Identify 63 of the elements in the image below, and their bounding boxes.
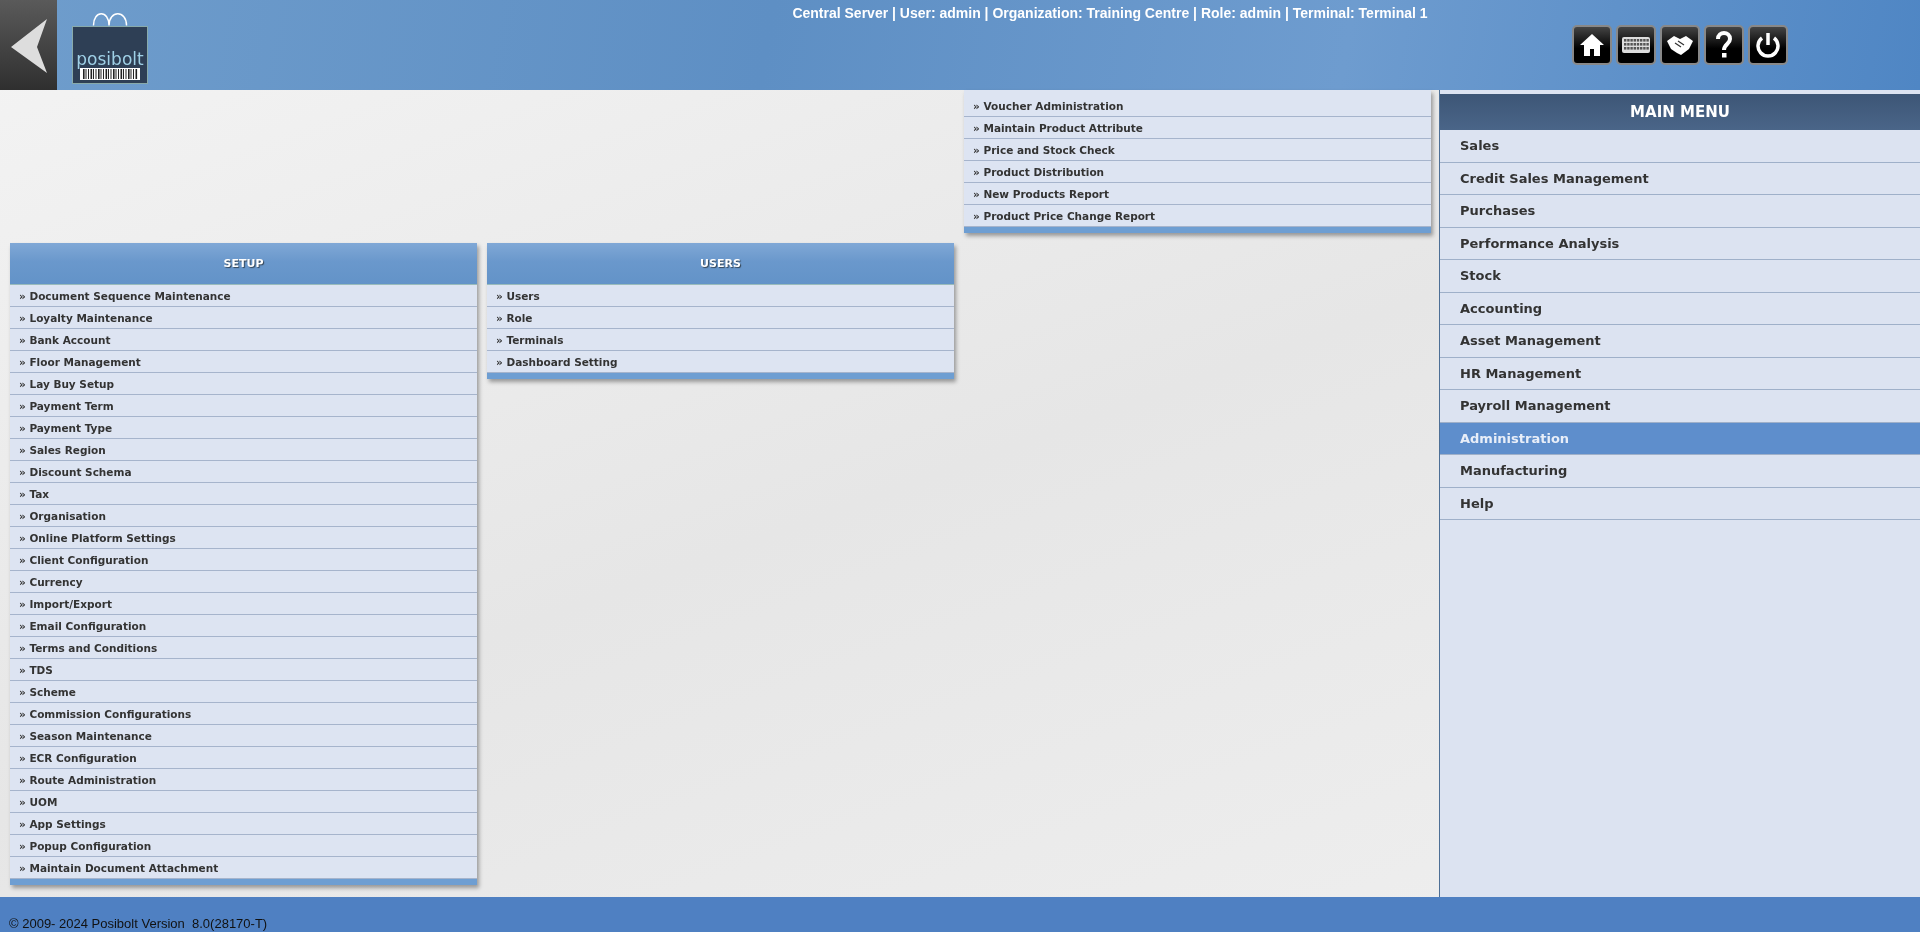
menu-link[interactable]: » Online Platform Settings — [10, 527, 477, 549]
menu-link[interactable]: » Commission Configurations — [10, 703, 477, 725]
main-menu-item[interactable]: Stock — [1440, 260, 1920, 293]
menu-link[interactable]: » Season Maintenance — [10, 725, 477, 747]
menu-link[interactable]: » Organisation — [10, 505, 477, 527]
barcode-icon — [80, 68, 140, 80]
menu-link[interactable]: » UOM — [10, 791, 477, 813]
main-menu-item[interactable]: Sales — [1440, 130, 1920, 163]
panel-header: USERS — [487, 243, 954, 285]
main-menu-item[interactable]: Credit Sales Management — [1440, 162, 1920, 195]
menu-link[interactable]: » Payment Term — [10, 395, 477, 417]
session-info: Central Server | User: admin | Organization: Training Centre | Role: admin | Terminal: Terminal 1 — [792, 5, 1428, 21]
menu-link[interactable]: » Users — [487, 285, 954, 307]
main-menu-item[interactable]: Asset Management — [1440, 325, 1920, 358]
main-menu-item[interactable]: Performance Analysis — [1440, 227, 1920, 260]
keyboard-button[interactable] — [1616, 25, 1656, 65]
handshake-icon — [1665, 33, 1695, 57]
copyright-text: © 2009- 2024 Posibolt Version 8.0(28170-T) — [8, 916, 268, 932]
menu-link[interactable]: » Price and Stock Check — [964, 139, 1431, 161]
menu-link[interactable]: » App Settings — [10, 813, 477, 835]
home-icon — [1578, 32, 1606, 58]
main-menu-item[interactable]: Help — [1440, 487, 1920, 520]
menu-link[interactable]: » Client Configuration — [10, 549, 477, 571]
menu-link[interactable]: » Maintain Product Attribute — [964, 117, 1431, 139]
main-menu-title: MAIN MENU — [1440, 94, 1920, 130]
home-button[interactable] — [1572, 25, 1612, 65]
keyboard-icon — [1621, 35, 1651, 55]
menu-link[interactable]: » New Products Report — [964, 183, 1431, 205]
menu-link[interactable]: » Payment Type — [10, 417, 477, 439]
menu-link[interactable]: » Document Sequence Maintenance — [10, 285, 477, 307]
main-menu-item[interactable]: Manufacturing — [1440, 455, 1920, 488]
help-button[interactable] — [1704, 25, 1744, 65]
menu-link[interactable]: » Floor Management — [10, 351, 477, 373]
power-icon — [1754, 31, 1782, 59]
back-button[interactable] — [0, 0, 57, 90]
help-icon — [1714, 30, 1734, 60]
menu-link[interactable]: » Email Configuration — [10, 615, 477, 637]
menu-link[interactable]: » Terminals — [487, 329, 954, 351]
main-menu-item[interactable]: Payroll Management — [1440, 390, 1920, 423]
menu-link[interactable]: » Loyalty Maintenance — [10, 307, 477, 329]
menu-link[interactable]: » Bank Account — [10, 329, 477, 351]
menu-link[interactable]: » Popup Configuration — [10, 835, 477, 857]
menu-link[interactable]: » Route Administration — [10, 769, 477, 791]
menu-link[interactable]: » Voucher Administration — [964, 95, 1431, 117]
menu-link[interactable]: » ECR Configuration — [10, 747, 477, 769]
main-menu-item[interactable]: Accounting — [1440, 292, 1920, 325]
menu-link[interactable]: » Import/Export — [10, 593, 477, 615]
menu-link[interactable]: » Terms and Conditions — [10, 637, 477, 659]
menu-link[interactable]: » Lay Buy Setup — [10, 373, 477, 395]
panel-header: SETUP — [10, 243, 477, 285]
menu-link[interactable]: » TDS — [10, 659, 477, 681]
menu-link[interactable]: » Tax — [10, 483, 477, 505]
main-menu-item[interactable]: HR Management — [1440, 357, 1920, 390]
logo-text: posibolt — [76, 50, 144, 68]
main-menu-item[interactable]: Purchases — [1440, 195, 1920, 228]
menu-link[interactable]: » Role — [487, 307, 954, 329]
menu-link[interactable]: » Product Distribution — [964, 161, 1431, 183]
menu-link[interactable]: » Scheme — [10, 681, 477, 703]
handshake-button[interactable] — [1660, 25, 1700, 65]
menu-link[interactable]: » Currency — [10, 571, 477, 593]
menu-link[interactable]: » Discount Schema — [10, 461, 477, 483]
logout-button[interactable] — [1748, 25, 1788, 65]
menu-link[interactable]: » Sales Region — [10, 439, 477, 461]
